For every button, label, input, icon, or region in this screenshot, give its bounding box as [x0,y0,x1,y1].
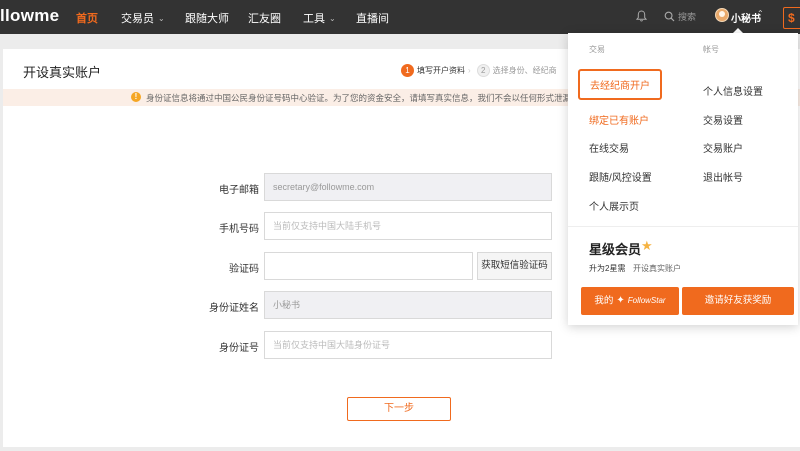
menu-item-profile-settings[interactable]: 个人信息设置 [703,83,763,98]
get-sms-code-button[interactable]: 获取短信验证码 [477,252,552,280]
avatar[interactable] [715,8,729,22]
nav-item-label: 汇友圈 [248,13,281,25]
member-upgrade-requirement: 开设真实账户 [633,264,681,273]
id-number-label: 身份证号 [219,343,259,354]
nav-item-label: 首页 [76,13,98,25]
id-name-label: 身份证姓名 [209,303,259,314]
next-button[interactable]: 下一步 [347,397,451,421]
nav-item-community[interactable]: 汇友圈 [248,10,281,26]
member-upgrade-text: 升为2星需 [589,264,626,273]
menu-item-follow-risk-settings[interactable]: 跟随/风控设置 [589,169,652,184]
nav-item-live[interactable]: 直播间 [356,10,389,26]
warning-icon: ! [131,92,141,102]
my-label: 我的 [594,295,614,307]
chevron-down-icon: ⌄ [158,14,165,23]
nav-item-label: 工具 [303,13,325,25]
trade-column-title: 交易 [589,45,605,54]
step-number: 2 [476,64,490,78]
page-title: 开设真实账户 [23,65,102,80]
search-label[interactable]: 搜索 [678,10,696,23]
bell-icon[interactable] [636,10,647,22]
wallet-button[interactable]: $ [783,7,800,29]
followstar-logo: FollowStar [627,296,666,305]
star-icon: ★ [641,238,653,253]
menu-item-logout[interactable]: 退出帐号 [703,169,743,184]
phone-input[interactable]: 当前仅支持中国大陆手机号 [264,212,552,240]
email-field: secretary@followme.com [264,173,552,201]
chevron-up-icon[interactable]: ⌃ [757,9,764,18]
user-dropdown-menu: 交易 帐号 去经纪商开户 绑定已有账户 在线交易 跟随/风控设置 个人展示页 个… [568,33,798,325]
divider [568,226,798,227]
id-name-field: 小秘书 [264,291,552,319]
menu-item-online-trading[interactable]: 在线交易 [589,140,629,155]
chevron-down-icon: ⌄ [329,14,336,23]
menu-item-bind-account[interactable]: 绑定已有账户 [589,112,649,127]
nav-item-home[interactable]: 首页 [76,10,98,26]
step-label: 填写开户资料 [417,66,465,76]
nav-item-label: 跟随大师 [185,13,229,25]
email-label: 电子邮箱 [219,185,259,196]
code-label: 验证码 [229,264,259,275]
nav-item-traders[interactable]: 交易员 ⌄ [121,10,165,26]
step-number: 1 [401,64,414,78]
dollar-icon: $ [788,11,795,25]
notice-text: 身份证信息将通过中国公民身份证号码中心验证。为了您的资金安全，请填写真实信息，我… [146,93,597,103]
top-nav: llowme 首页 交易员 ⌄ 跟随大师 汇友圈 工具 ⌄ 直播间 搜索 小秘书 ⌃… [0,0,800,34]
account-column-title: 帐号 [703,45,719,54]
chevron-right-icon: › [468,66,471,76]
menu-item-open-broker-account[interactable]: 去经纪商开户 [578,69,662,100]
code-input[interactable] [264,252,473,280]
invite-friends-button[interactable]: 邀请好友获奖励 [682,287,794,315]
menu-item-personal-page[interactable]: 个人展示页 [589,198,639,213]
my-followstar-button[interactable]: 我的 ✦ FollowStar [581,287,679,315]
step-indicator: 1 填写开户资料 › 2 选择身份、经纪商 [401,63,557,78]
logo[interactable]: llowme [0,6,59,26]
followstar-star-icon: ✦ [616,295,625,306]
nav-item-label: 直播间 [356,13,389,25]
phone-label: 手机号码 [219,224,259,235]
nav-item-label: 交易员 [121,13,154,25]
id-number-input[interactable]: 当前仅支持中国大陆身份证号 [264,331,552,359]
step-label: 选择身份、经纪商 [492,66,557,76]
nav-item-tools[interactable]: 工具 ⌄ [303,10,336,26]
nav-item-follow-masters[interactable]: 跟随大师 [185,10,229,26]
menu-item-trade-settings[interactable]: 交易设置 [703,112,743,127]
menu-item-trade-accounts[interactable]: 交易账户 [703,140,743,155]
member-title: 星级会员 [589,242,642,257]
search-icon[interactable] [664,11,675,22]
